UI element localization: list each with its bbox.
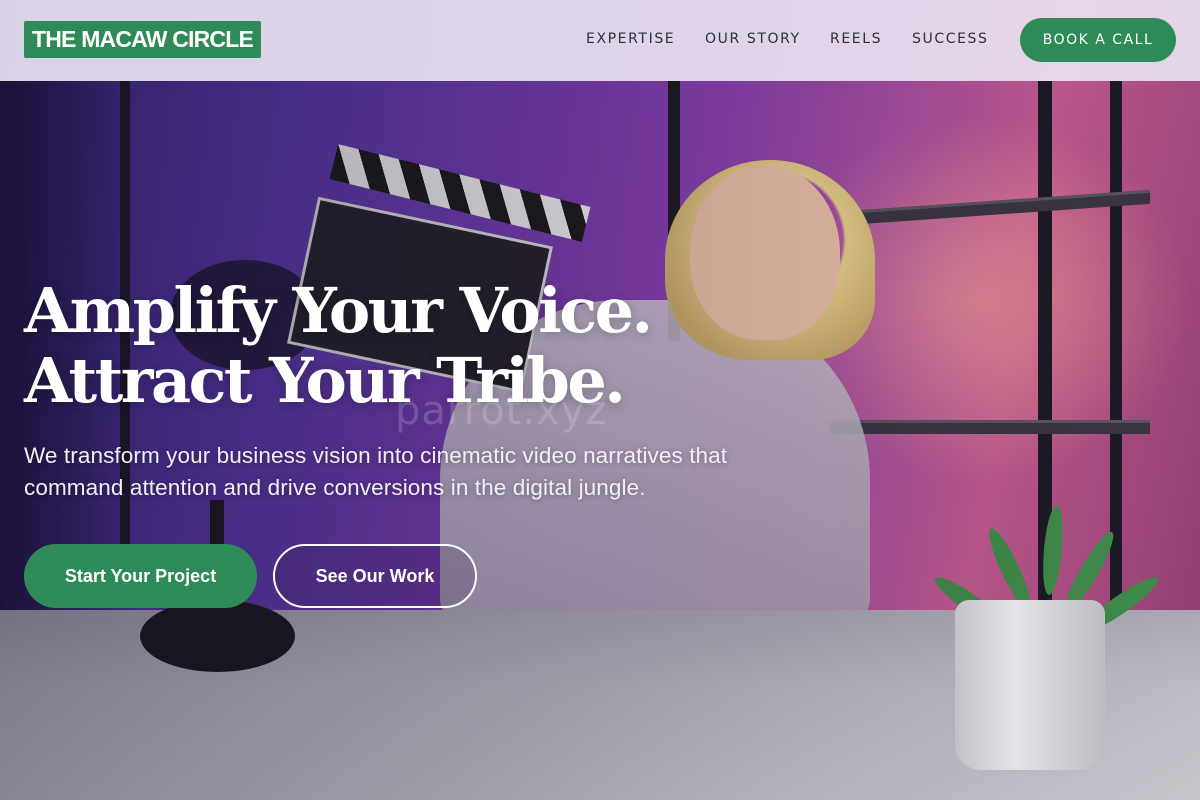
nav-link-reels[interactable]: REELS (830, 31, 882, 47)
hero-headline: Amplify Your Voice. Attract Your Tribe. (24, 274, 653, 417)
start-your-project-button[interactable]: Start Your Project (24, 544, 257, 608)
nav-link-our-story[interactable]: OUR STORY (705, 31, 801, 47)
headline-line-1: Amplify Your Voice. (24, 274, 653, 347)
top-navigation-bar: THE MACAW CIRCLE EXPERTISE OUR STORY REE… (0, 0, 1200, 81)
see-our-work-button[interactable]: See Our Work (273, 544, 477, 608)
nav-link-success[interactable]: SUCCESS (912, 31, 989, 47)
book-a-call-button[interactable]: BOOK A CALL (1020, 18, 1176, 62)
headline-line-2: Attract Your Tribe. (24, 344, 626, 417)
nav-link-expertise[interactable]: EXPERTISE (586, 31, 675, 47)
brand-logo[interactable]: THE MACAW CIRCLE (24, 21, 262, 58)
hero-subtitle: We transform your business vision into c… (24, 443, 728, 500)
